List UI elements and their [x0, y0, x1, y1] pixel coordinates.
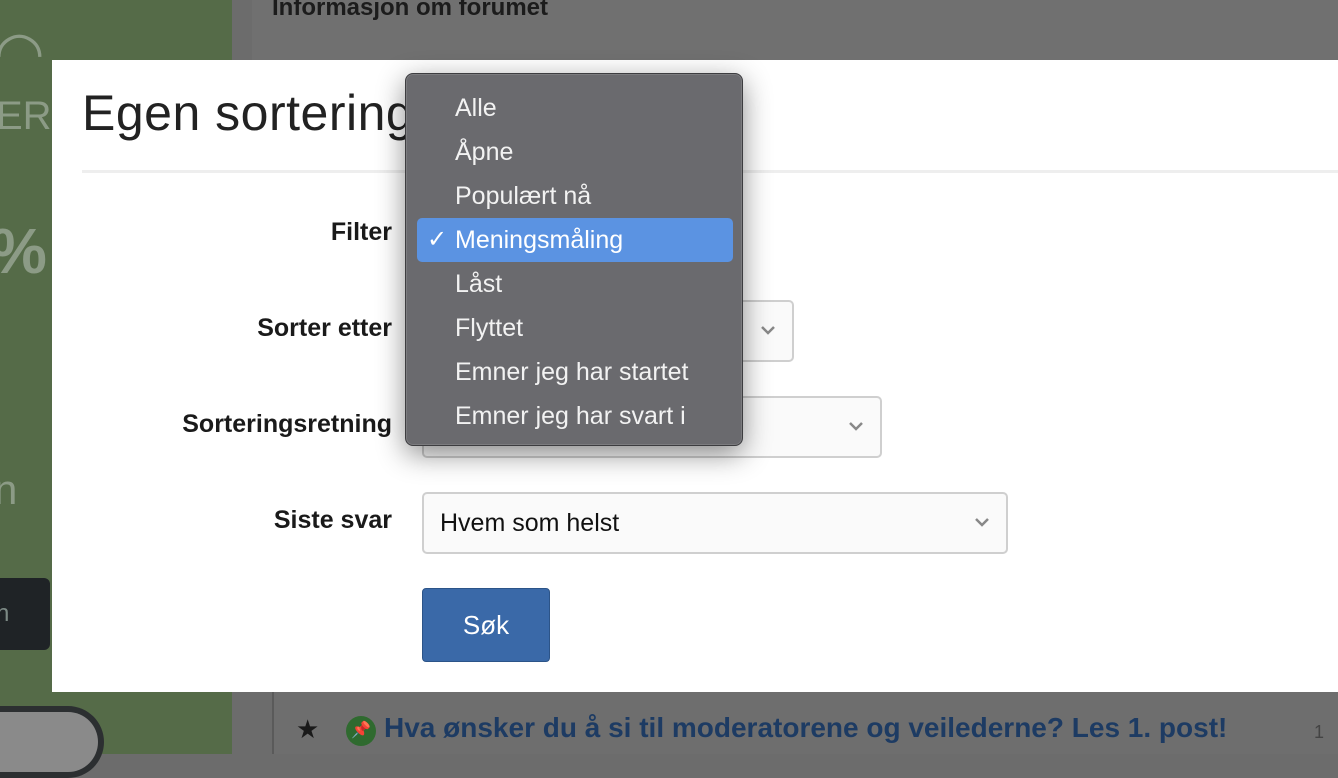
option-label: Meningsmåling [455, 226, 624, 254]
star-icon: ★ [296, 714, 320, 744]
search-button[interactable]: Søk [422, 588, 550, 662]
checkmark-icon: ✓ [427, 226, 448, 253]
chevron-down-icon [975, 518, 989, 527]
last-reply-value: Hvem som helst [440, 509, 620, 537]
sort-by-label: Sorter etter [257, 314, 392, 342]
forum-info-title: Informasjon om forumet [272, 0, 549, 21]
modal-title: Egen sortering [82, 85, 415, 141]
filter-option-poll[interactable]: ✓ Meningsmåling [417, 218, 733, 262]
option-label: Emner jeg har svart i [455, 402, 686, 430]
sidebar-text-fragment: ER [0, 94, 52, 138]
sidebar-button-label: n [0, 600, 10, 627]
filter-option-my-replied[interactable]: Emner jeg har svart i [417, 394, 733, 438]
filter-dropdown-menu[interactable]: Alle Åpne Populært nå ✓ Meningsmåling Lå… [405, 73, 743, 446]
filter-option-locked[interactable]: Låst [417, 262, 733, 306]
option-label: Låst [455, 270, 503, 298]
sort-direction-label: Sorteringsretning [182, 410, 392, 438]
option-label: Populært nå [455, 182, 592, 210]
chevron-down-icon [761, 326, 775, 335]
pin-icon: 📌 [346, 716, 376, 746]
option-label: Åpne [455, 138, 514, 166]
filter-option-my-started[interactable]: Emner jeg har startet [417, 350, 733, 394]
option-label: Alle [455, 94, 497, 122]
last-reply-label: Siste svar [273, 506, 392, 534]
sidebar-toggle [0, 706, 104, 778]
last-reply-select[interactable]: Hvem som helst [422, 492, 1008, 554]
thread-reply-count: 1 [1314, 722, 1325, 742]
thread-row: ★ 📌 Hva ønsker du å si til moderatorene … [272, 692, 1338, 754]
filter-option-open[interactable]: Åpne [417, 130, 733, 174]
option-label: Emner jeg har startet [455, 358, 689, 386]
option-label: Flyttet [455, 314, 524, 342]
filter-option-popular[interactable]: Populært nå [417, 174, 733, 218]
sidebar-button: n [0, 578, 50, 650]
sidebar-percent-fragment: % [0, 214, 47, 288]
filter-label: Filter [330, 218, 392, 246]
sidebar-text-fragment: n [0, 466, 18, 513]
filter-option-all[interactable]: Alle [417, 86, 733, 130]
thread-title-link: Hva ønsker du å si til moderatorene og v… [384, 712, 1228, 743]
filter-option-moved[interactable]: Flyttet [417, 306, 733, 350]
chevron-down-icon [849, 422, 863, 431]
sidebar-logo-fragment: ◠ [0, 20, 45, 85]
